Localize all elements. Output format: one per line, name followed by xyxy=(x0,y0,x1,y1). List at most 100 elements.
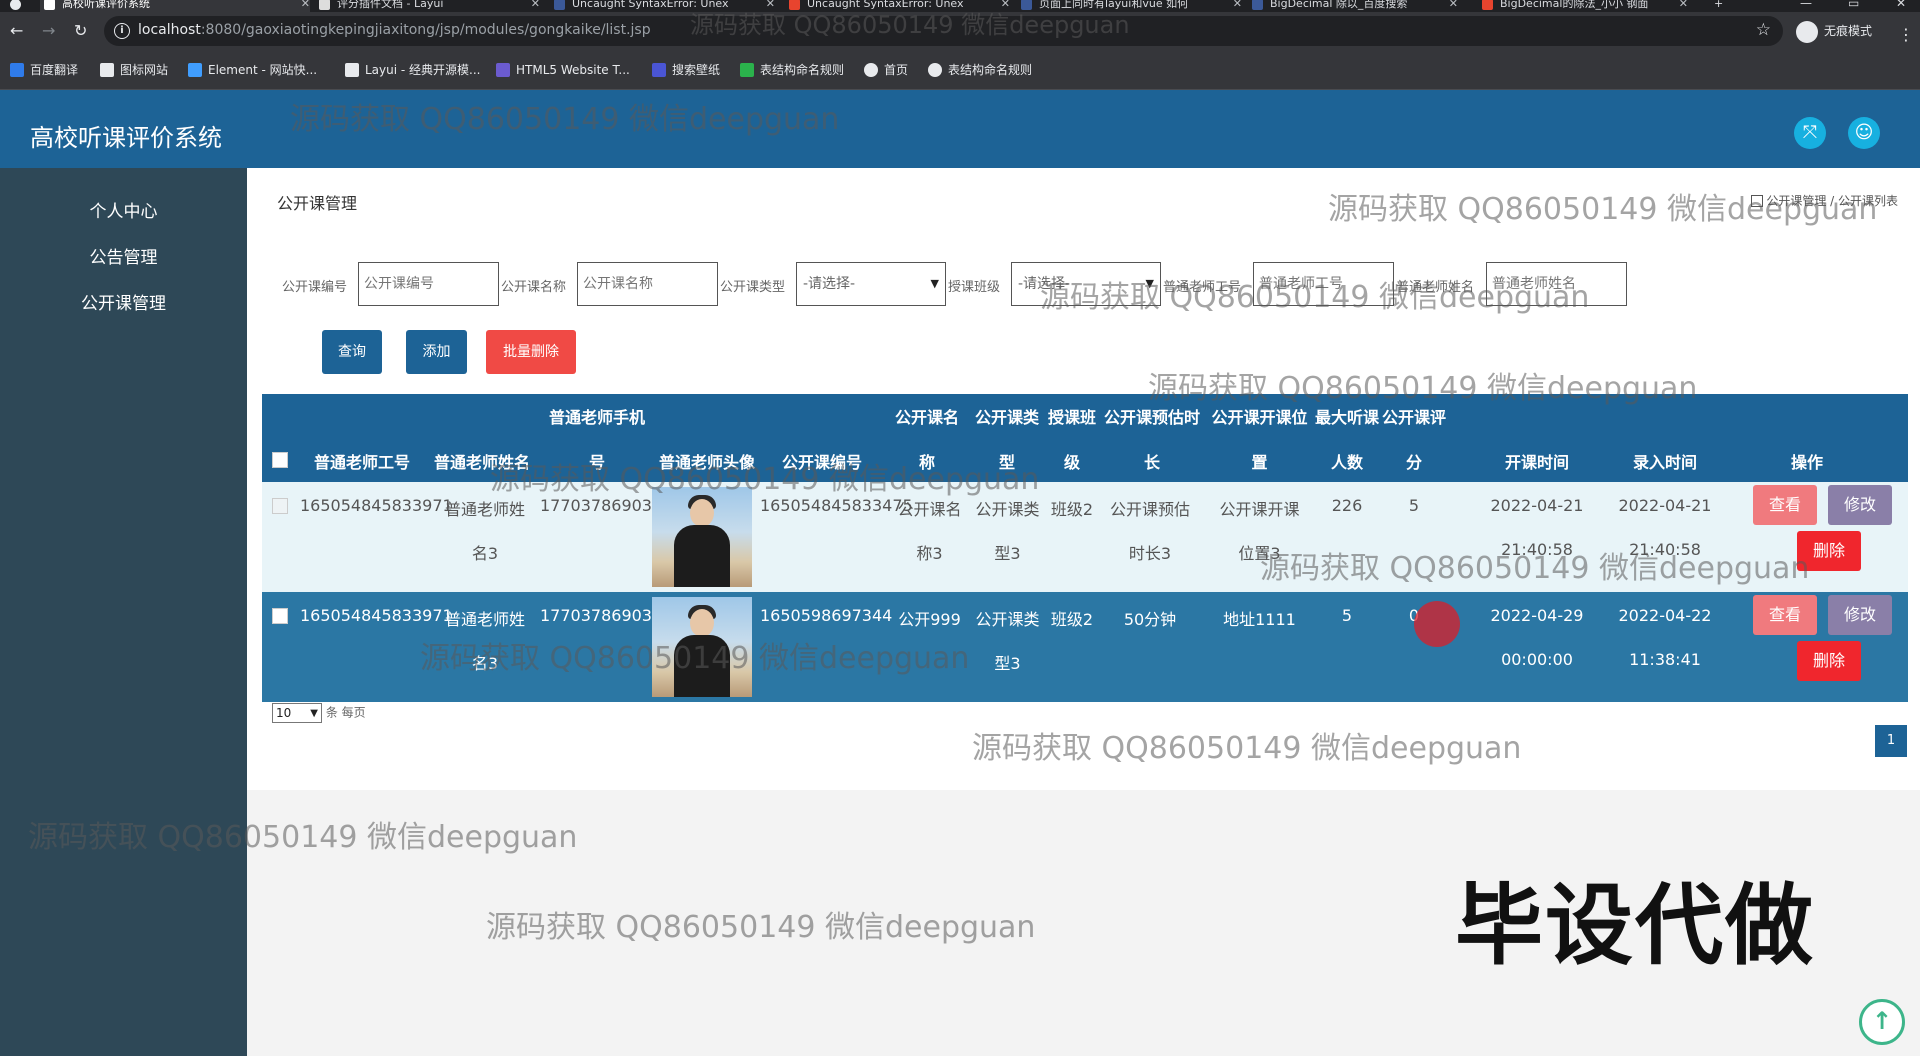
header-class[interactable]: 授课班 xyxy=(1042,404,1102,428)
course-type-select[interactable]: -请选择- ▼ xyxy=(796,262,946,306)
cell-course-name: 公开999 xyxy=(898,610,961,629)
sidebar-item-profile[interactable]: 个人中心 xyxy=(0,192,247,232)
browser-tab[interactable]: Uncaught SyntaxError: Unex ✕ xyxy=(550,0,775,12)
home-icon[interactable] xyxy=(1751,195,1764,207)
batch-delete-button[interactable]: 批量删除 xyxy=(486,330,576,374)
new-tab-button[interactable]: + xyxy=(1712,0,1732,12)
sidebar-item-announcements[interactable]: 公告管理 xyxy=(0,238,247,278)
table-row[interactable]: 165054845833971 普通老师姓 名3 17703786903 165… xyxy=(262,482,1908,592)
header-max-people[interactable]: 最大听课 xyxy=(1312,404,1382,428)
address-bar[interactable]: i localhost:8080/gaoxiaotingkepingjiaxit… xyxy=(104,16,1783,46)
cell-teacher-name-2: 名3 xyxy=(471,544,499,563)
teacher-no-input[interactable] xyxy=(1253,262,1394,306)
header-score[interactable]: 公开课评 xyxy=(1379,404,1449,428)
header-location[interactable]: 公开课开课位 xyxy=(1207,404,1312,428)
fullscreen-icon[interactable]: ⤧ xyxy=(1794,117,1826,149)
close-tab-icon[interactable]: ✕ xyxy=(1233,0,1242,12)
close-tab-icon[interactable]: ✕ xyxy=(766,0,775,12)
header-max-people-suffix: 人数 xyxy=(1330,453,1363,472)
close-tab-icon[interactable]: ✕ xyxy=(531,0,540,12)
view-button[interactable]: 查看 xyxy=(1753,595,1817,635)
reload-icon[interactable]: ↻ xyxy=(74,21,87,41)
forward-icon[interactable]: → xyxy=(42,21,55,41)
cell-entry-date: 2022-04-22 xyxy=(1618,606,1712,625)
incognito-icon xyxy=(1796,21,1818,43)
close-tab-icon[interactable]: ✕ xyxy=(301,0,310,12)
browser-tab[interactable]: BigDecimal 除以_百度搜索 ✕ xyxy=(1248,0,1458,12)
header-score-suffix: 分 xyxy=(1405,453,1422,472)
edit-button[interactable]: 修改 xyxy=(1828,485,1892,525)
url-text[interactable]: localhost:8080/gaoxiaotingkepingjiaxiton… xyxy=(138,22,651,38)
header-duration[interactable]: 公开课预估时 xyxy=(1097,404,1207,428)
cell-teacher-no: 165054845833971 xyxy=(300,496,453,515)
browser-tab[interactable]: BigDecimal的除法_小小 钢面 ✕ xyxy=(1478,0,1688,12)
back-icon[interactable]: ← xyxy=(10,21,23,41)
header-teacher-name[interactable]: 普通老师姓名 xyxy=(427,449,537,473)
class-select[interactable]: -请选择- ▼ xyxy=(1011,262,1161,306)
bookmark-item[interactable]: 图标网站 xyxy=(100,62,168,78)
bookmark-item[interactable]: Layui - 经典开源模... xyxy=(345,62,480,78)
teacher-name-input[interactable] xyxy=(1486,262,1627,306)
bookmark-item[interactable]: 搜索壁纸 xyxy=(652,62,720,78)
delete-button[interactable]: 删除 xyxy=(1797,641,1861,681)
add-button[interactable]: 添加 xyxy=(406,330,467,374)
view-button[interactable]: 查看 xyxy=(1753,485,1817,525)
table-row[interactable]: 165054845833971 普通老师姓 名3 17703786903 165… xyxy=(262,592,1908,702)
chevron-down-icon: ▼ xyxy=(1145,277,1154,290)
cell-teacher-name: 普通老师姓 xyxy=(444,610,525,629)
bookmark-item[interactable]: HTML5 Website T... xyxy=(496,62,630,78)
more-menu-icon[interactable]: ⋮ xyxy=(1898,25,1914,44)
bookmark-item[interactable]: 首页 xyxy=(864,62,908,78)
incognito-indicator[interactable]: 无痕模式 xyxy=(1796,19,1872,43)
back-to-top-icon[interactable]: ↑ xyxy=(1859,999,1905,1045)
browser-tab[interactable]: 评分插件文档 - Layui ✕ xyxy=(315,0,540,12)
header-teacher-no[interactable]: 普通老师工号 xyxy=(307,449,417,473)
tab-favicon-icon xyxy=(1021,0,1032,10)
bookmark-star-icon[interactable]: ☆ xyxy=(1756,20,1771,40)
header-course-no[interactable]: 公开课编号 xyxy=(767,449,877,473)
user-icon[interactable]: ☺ xyxy=(1848,117,1880,149)
maximize-icon[interactable]: ▭ xyxy=(1848,0,1859,10)
row-checkbox[interactable] xyxy=(272,498,288,514)
browser-menu-icon[interactable] xyxy=(4,0,24,12)
browser-tab[interactable]: Uncaught SyntaxError: Unex ✕ xyxy=(785,0,1010,12)
query-button[interactable]: 查询 xyxy=(322,330,382,374)
chevron-down-icon: ▼ xyxy=(310,708,318,719)
sidebar-item-open-courses[interactable]: 公开课管理 xyxy=(0,284,247,324)
browser-tab[interactable]: 高校听课评价系统 ✕ xyxy=(40,0,310,12)
html5-icon xyxy=(496,63,510,77)
header-course-type[interactable]: 公开课类 xyxy=(972,404,1042,428)
bookmark-item[interactable]: 表结构命名规则 xyxy=(740,62,844,78)
course-no-input[interactable] xyxy=(358,262,499,306)
course-name-input[interactable] xyxy=(577,262,718,306)
minimize-icon[interactable]: — xyxy=(1800,0,1812,10)
site-info-icon[interactable]: i xyxy=(114,23,130,39)
close-window-icon[interactable]: ✕ xyxy=(1896,0,1906,10)
bookmark-item[interactable]: 表结构命名规则 xyxy=(928,62,1032,78)
page-size-select[interactable]: 10 ▼ xyxy=(272,703,322,723)
search-form: 公开课编号 公开课名称 公开课类型 -请选择-▼ 授课班级 -请选择-▼ 普通老… xyxy=(247,262,1920,306)
close-tab-icon[interactable]: ✕ xyxy=(1449,0,1458,12)
pagination-current-page[interactable]: 1 xyxy=(1875,725,1907,757)
bookmark-item[interactable]: Element - 网站快... xyxy=(188,62,317,78)
bookmark-item[interactable]: 百度翻译 xyxy=(10,62,78,78)
header-entry-time[interactable]: 录入时间 xyxy=(1620,449,1710,473)
page-size-label: 条 每页 xyxy=(325,705,366,720)
cell-duration: 公开课预估 xyxy=(1109,500,1190,519)
browser-tab[interactable]: 页面上同时有layui和vue 如何 ✕ xyxy=(1017,0,1242,12)
cell-location: 地址1111 xyxy=(1223,610,1296,629)
close-tab-icon[interactable]: ✕ xyxy=(1679,0,1688,12)
course-type-label: 公开课类型 xyxy=(720,280,786,295)
delete-button[interactable]: 删除 xyxy=(1797,531,1861,571)
header-course-name[interactable]: 公开课名 xyxy=(882,404,972,428)
select-all-checkbox[interactable] xyxy=(272,452,288,468)
header-phone[interactable]: 普通老师手机 xyxy=(542,404,652,428)
edit-button[interactable]: 修改 xyxy=(1828,595,1892,635)
close-tab-icon[interactable]: ✕ xyxy=(1001,0,1010,12)
row-checkbox[interactable] xyxy=(272,608,288,624)
header-avatar[interactable]: 普通老师头像 xyxy=(652,449,762,473)
tab-favicon-icon xyxy=(1252,0,1263,10)
sidebar: 个人中心 公告管理 公开课管理 xyxy=(0,168,247,1056)
header-start-time[interactable]: 开课时间 xyxy=(1492,449,1582,473)
cell-max-people: 5 xyxy=(1341,606,1353,625)
